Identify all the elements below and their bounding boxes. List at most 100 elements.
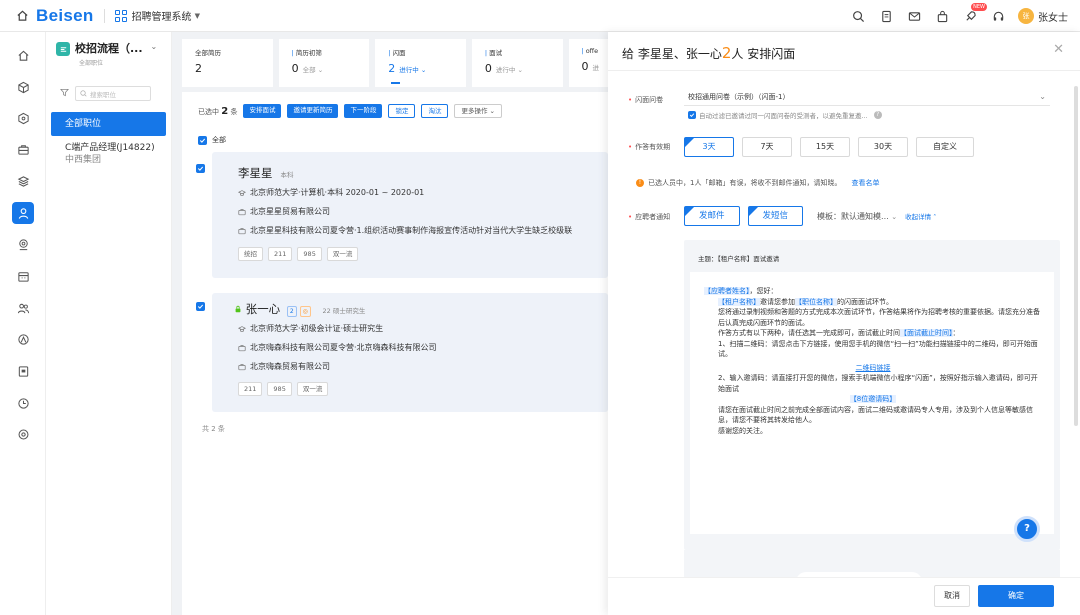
view-list-link[interactable]: 查看名单 — [851, 178, 879, 188]
main-content: 全部简历 2 | 简历初筛 0 全部 ⌄ | 闪面 2 进行中 ⌄ | 面试 0 进行中 ⌄… — [172, 32, 608, 615]
rail-frame-icon[interactable] — [12, 360, 34, 382]
process-subtitle: 全部职位 — [79, 60, 104, 67]
mail-icon[interactable] — [906, 8, 922, 24]
rail-badge-icon[interactable] — [12, 328, 34, 350]
schedule-interview-button[interactable]: 安排面试 — [243, 104, 282, 118]
confirm-button[interactable]: 确定 — [978, 585, 1054, 607]
rail-clock-icon[interactable] — [12, 392, 34, 414]
next-stage-button[interactable]: 下一阶段 — [344, 104, 383, 118]
home-icon[interactable] — [14, 8, 30, 24]
template-select[interactable]: 模板：默认通知模... ⌄ — [817, 211, 897, 222]
email-preview: 主题：【租户名称】面试邀请 【应聘者姓名】，您好： 【租户名称】邀请您参加【职位… — [684, 240, 1060, 550]
cancel-button[interactable]: 取消 — [934, 585, 970, 607]
avatar[interactable]: 张 — [1018, 8, 1034, 24]
graduation-cap-icon — [238, 325, 246, 332]
tab-screening[interactable]: | 简历初筛 0 全部 ⌄ — [278, 39, 370, 87]
tab-flash-interview[interactable]: | 闪面 2 进行中 ⌄ — [375, 39, 466, 87]
process-icon — [56, 42, 70, 56]
select-all-row[interactable]: 全部 — [198, 135, 226, 145]
help-float-button[interactable]: ? — [1014, 516, 1040, 542]
eliminate-button[interactable]: 淘汰 — [421, 104, 449, 118]
more-actions-button[interactable]: 更多操作 ⌄ — [454, 104, 502, 118]
headset-icon[interactable] — [990, 8, 1006, 24]
tab-interview[interactable]: | 面试 0 进行中 ⌄ — [471, 39, 563, 87]
collapse-details-link[interactable]: 收起详情 ˄ — [905, 211, 936, 221]
candidate-card[interactable]: 张一心 2 ◎ 22 硕士研究生 北京师范大学·初级会计证·硕士研究生 北京嗨森科… — [196, 293, 608, 412]
email-warning: ! 已选人员中，1人「邮箱」有误，将收不到邮件通知，请知晓。 查看名单 — [636, 178, 879, 188]
email-body[interactable]: 【应聘者姓名】，您好： 【租户名称】邀请您参加【职位名称】的闪面面试环节。 您将… — [690, 272, 1054, 534]
all-positions-item[interactable]: 全部职位 — [51, 112, 166, 136]
rail-home-icon[interactable] — [12, 44, 34, 66]
rail-box-icon[interactable] — [12, 107, 34, 129]
send-sms-toggle[interactable]: 发短信 — [747, 206, 804, 226]
position-org: 中西集团 — [65, 155, 102, 165]
rail-settings-icon[interactable] — [12, 423, 34, 445]
app-name[interactable]: 招聘管理系统 — [132, 8, 192, 23]
bag-icon[interactable] — [934, 8, 950, 24]
education-line: 北京师范大学·初级会计证·硕士研究生 — [238, 323, 383, 334]
rail-target-icon[interactable] — [12, 233, 34, 255]
filter-icon[interactable] — [60, 88, 69, 100]
search-icon[interactable] — [850, 8, 866, 24]
briefcase-icon — [238, 363, 246, 370]
auto-filter-checkbox[interactable]: 自动过滤已邀请过同一闪面问卷的受测者，以避免重复邀... ? — [688, 110, 882, 120]
checkbox[interactable] — [688, 111, 696, 119]
position-item[interactable]: C端产品经理(J14822) 中西集团 — [65, 142, 155, 166]
caret-down-icon[interactable]: ▼ — [195, 12, 200, 20]
tab-offer[interactable]: | offe 0进 — [568, 39, 608, 87]
candidate-list-panel: 已选中 2 条 安排面试 邀请更新简历 下一阶段 锁定 淘汰 更多操作 ⌄ 全部… — [182, 92, 608, 615]
briefcase-icon — [238, 344, 246, 351]
process-selector[interactable]: 校招流程（... ⌄ — [56, 42, 157, 56]
invite-update-resume-button[interactable]: 邀请更新简历 — [287, 104, 339, 118]
send-email-toggle[interactable]: 发邮件 — [684, 206, 740, 226]
position-search-input[interactable]: 搜索职位 — [75, 86, 151, 101]
document-icon[interactable] — [878, 8, 894, 24]
lock-icon — [235, 305, 241, 313]
rail-cube-icon[interactable] — [12, 76, 34, 98]
search-placeholder: 搜索职位 — [90, 90, 116, 99]
rail-briefcase-icon[interactable] — [12, 138, 34, 160]
select-all-checkbox[interactable] — [198, 135, 207, 145]
drawer-footer: 取消 确定 — [608, 577, 1080, 615]
total-count: 共 2 条 — [202, 425, 225, 433]
company-line: 北京星星科技有限公司夏令营·1.组织活动赛事制作海报宣传活动针对当代大学生缺乏校… — [238, 225, 608, 236]
validity-option-custom[interactable]: 自定义 — [916, 137, 974, 157]
rocket-icon[interactable]: NEW — [962, 3, 987, 24]
validity-option-15d[interactable]: 15天 — [800, 137, 850, 157]
new-badge: NEW — [971, 3, 987, 11]
validity-option-3d[interactable]: 3天 — [684, 137, 734, 157]
chevron-down-icon[interactable]: ⌄ — [151, 42, 158, 51]
rail-calendar-icon[interactable] — [12, 265, 34, 287]
validity-option-30d[interactable]: 30天 — [858, 137, 908, 157]
validity-option-7d[interactable]: 7天 — [742, 137, 792, 157]
app-grid-icon — [114, 9, 127, 22]
qr-code-link[interactable]: 二维码链接 — [704, 363, 1042, 374]
company-line: 北京星星贸易有限公司 — [238, 206, 330, 217]
candidate-name[interactable]: 张一心 2 ◎ 22 硕士研究生 — [234, 301, 365, 317]
rail-group-icon[interactable] — [12, 297, 34, 319]
invite-code-placeholder: 【8位邀请码】 — [849, 395, 897, 403]
lock-button[interactable]: 锁定 — [388, 104, 416, 118]
help-icon[interactable]: ? — [873, 111, 882, 119]
user-name[interactable]: 张女士 — [1038, 9, 1068, 24]
notify-options: 发邮件 发短信 模板：默认通知模... ⌄ 收起详情 ˄ — [684, 206, 936, 226]
rail-user-icon[interactable] — [12, 202, 34, 224]
tab-all-resumes[interactable]: 全部简历 2 — [182, 39, 273, 87]
candidate-checkbox[interactable] — [196, 164, 205, 173]
rail-layers-icon[interactable] — [12, 170, 34, 192]
position-sidebar: 校招流程（... ⌄ 全部职位 搜索职位 全部职位 C端产品经理(J14822)… — [46, 32, 172, 615]
close-icon[interactable]: ✕ — [1053, 42, 1064, 57]
questionnaire-select[interactable]: 校招通用问卷（示例）（闪面-1） ⌄ — [684, 90, 1050, 106]
position-name: C端产品经理(J14822) — [65, 143, 155, 153]
stat-label: | offe — [581, 47, 599, 55]
chevron-down-icon: ⌄ — [1039, 92, 1046, 101]
candidate-card[interactable]: 李星星 本科 北京师范大学·计算机·本科 2020-01 ~ 2020-01 北京… — [196, 152, 608, 278]
scrollbar[interactable] — [1074, 86, 1078, 426]
stat-value: 0 进行中 ⌄ — [484, 62, 523, 75]
beisen-logo[interactable]: Beisen — [36, 6, 94, 26]
icon-rail — [0, 32, 46, 615]
questionnaire-label: 闪面问卷 — [628, 95, 663, 105]
status-badge: ◎ — [299, 306, 311, 317]
candidate-checkbox[interactable] — [196, 302, 205, 311]
candidate-name[interactable]: 李星星 本科 — [238, 165, 294, 181]
